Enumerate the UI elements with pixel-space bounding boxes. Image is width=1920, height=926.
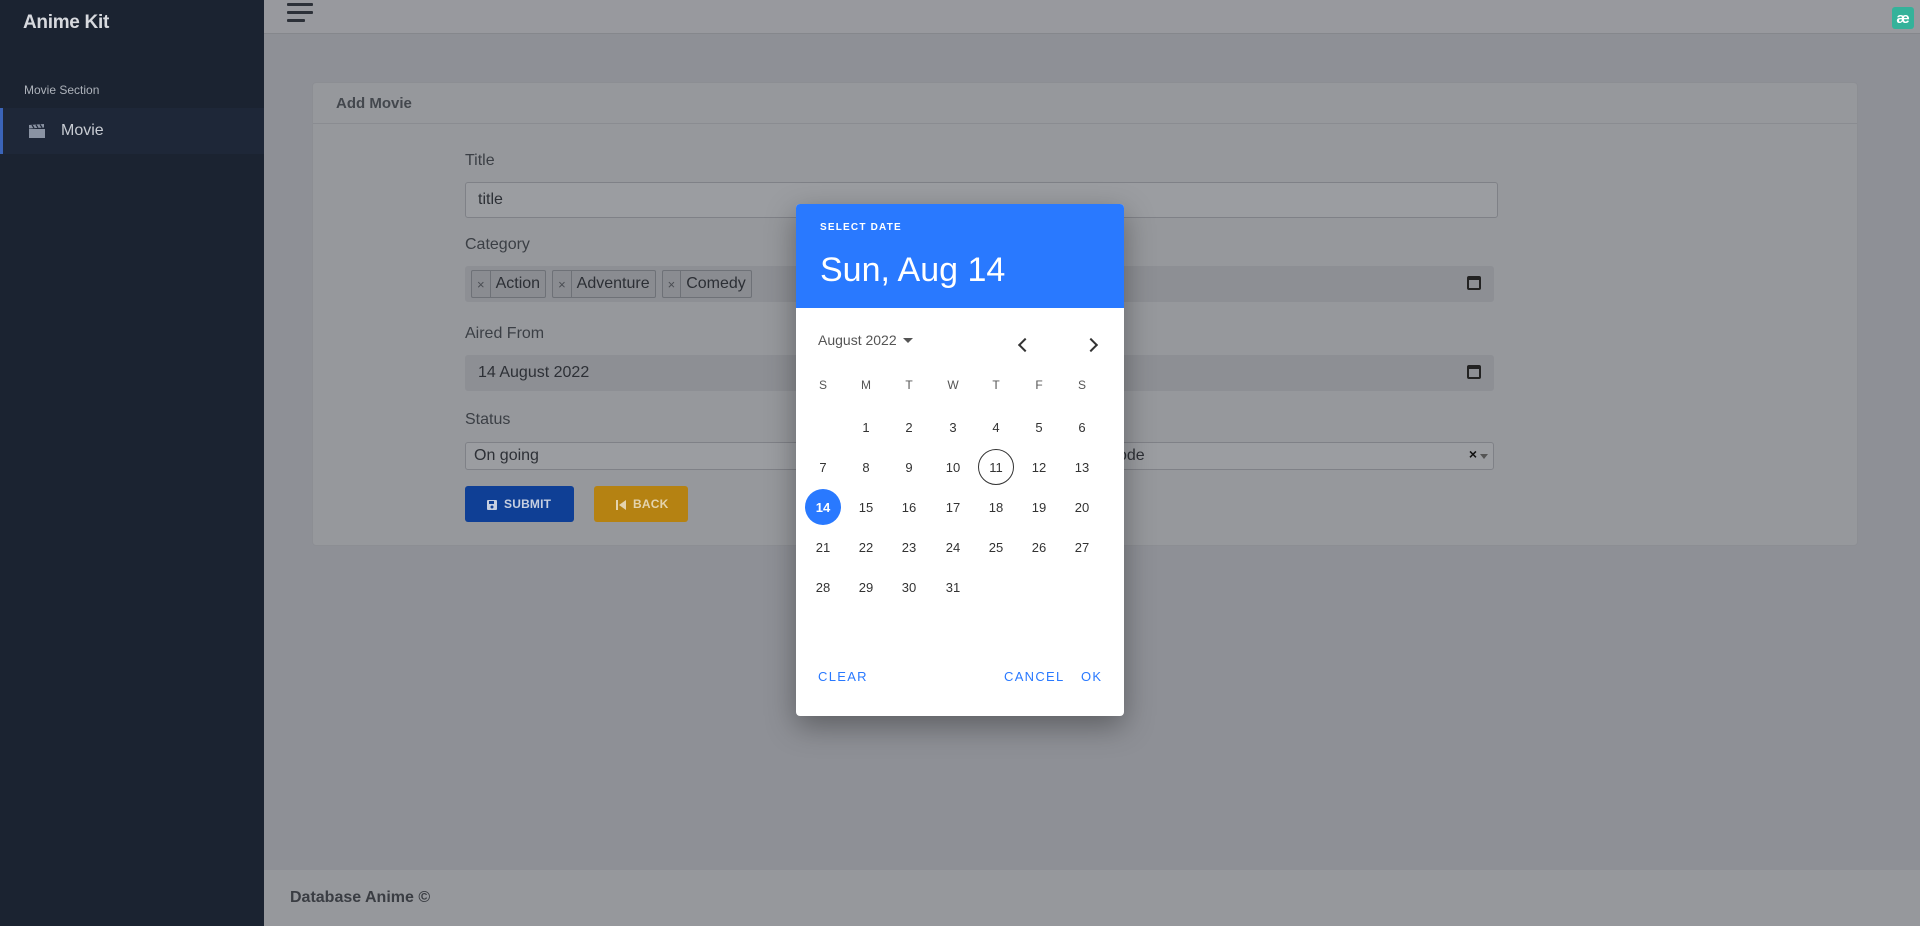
save-icon — [487, 499, 497, 510]
dropdown-arrow-icon[interactable] — [1480, 454, 1488, 459]
submit-button[interactable]: SUBMIT — [465, 486, 574, 522]
calendar-day[interactable]: 21 — [805, 529, 841, 565]
sidebar-item-label: Movie — [61, 122, 104, 139]
brand-title[interactable]: Anime Kit — [23, 12, 109, 34]
aired-from-label: Aired From — [465, 325, 545, 342]
status-select[interactable]: On going — [465, 442, 805, 470]
caret-down-icon — [902, 337, 913, 343]
date-picker-header-label: SELECT DATE — [820, 222, 902, 233]
calendar-day-selected[interactable]: 14 — [805, 489, 841, 525]
user-avatar[interactable]: æ — [1892, 7, 1914, 29]
back-button[interactable]: BACK — [594, 486, 688, 522]
calendar-day[interactable]: 19 — [1021, 489, 1057, 525]
calendar-day[interactable]: 13 — [1064, 449, 1100, 485]
calendar-day[interactable]: 18 — [978, 489, 1014, 525]
submit-button-label: SUBMIT — [504, 497, 552, 511]
category-tag: × Comedy — [661, 270, 752, 298]
clear-select-icon[interactable]: × — [1469, 446, 1477, 462]
calendar-day[interactable]: 27 — [1064, 529, 1100, 565]
calendar-day[interactable]: 17 — [935, 489, 971, 525]
title-input-value: title — [478, 191, 503, 208]
remove-tag-icon[interactable]: × — [472, 271, 491, 297]
clear-button[interactable]: CLEAR — [818, 669, 868, 684]
next-month-icon[interactable] — [1082, 334, 1104, 356]
calendar-icon[interactable] — [1467, 365, 1481, 379]
date-picker-header: SELECT DATE Sun, Aug 14 — [796, 204, 1124, 308]
calendar-day[interactable]: 10 — [935, 449, 971, 485]
category-tag: × Adventure — [552, 270, 656, 298]
calendar-day[interactable]: 23 — [891, 529, 927, 565]
status-label: Status — [465, 411, 511, 428]
calendar-day[interactable]: 26 — [1021, 529, 1057, 565]
calendar-day[interactable]: 7 — [805, 449, 841, 485]
back-button-label: BACK — [633, 497, 669, 511]
category-tag: × Action — [471, 270, 547, 298]
previous-month-icon[interactable] — [1013, 334, 1035, 356]
topbar: æ — [264, 0, 1920, 34]
selected-date-display: Sun, Aug 14 — [820, 251, 1006, 289]
weekday-header: M — [861, 378, 871, 392]
sidebar-item-movie[interactable]: Movie — [0, 108, 264, 154]
secondary-select[interactable]: ode × — [1109, 442, 1494, 470]
date-picker-dialog: SELECT DATE Sun, Aug 14 August 2022 CLEA… — [796, 204, 1124, 716]
calendar-day[interactable]: 8 — [848, 449, 884, 485]
month-year-selector[interactable]: August 2022 — [818, 332, 913, 348]
calendar-day[interactable]: 31 — [935, 569, 971, 605]
calendar-day[interactable]: 24 — [935, 529, 971, 565]
calendar-day[interactable]: 28 — [805, 569, 841, 605]
title-label: Title — [465, 152, 495, 169]
remove-tag-icon[interactable]: × — [553, 271, 572, 297]
sidebar-section-label: Movie Section — [24, 83, 100, 97]
month-year-label: August 2022 — [818, 332, 897, 348]
weekday-header: F — [1035, 378, 1043, 392]
cancel-button[interactable]: CANCEL — [1004, 669, 1065, 684]
calendar-icon[interactable] — [1467, 276, 1481, 290]
ok-button[interactable]: OK — [1081, 669, 1102, 684]
category-label: Category — [465, 236, 530, 253]
calendar-day[interactable]: 22 — [848, 529, 884, 565]
calendar-day[interactable]: 25 — [978, 529, 1014, 565]
aired-from-value: 14 August 2022 — [478, 364, 590, 381]
calendar-day[interactable]: 11 — [978, 449, 1014, 485]
calendar-day[interactable]: 16 — [891, 489, 927, 525]
menu-toggle-icon[interactable] — [287, 3, 313, 23]
weekday-header: S — [1077, 378, 1086, 392]
calendar-day[interactable]: 4 — [978, 409, 1014, 445]
calendar-day[interactable]: 5 — [1021, 409, 1057, 445]
status-value: On going — [474, 447, 539, 464]
calendar-day[interactable]: 15 — [848, 489, 884, 525]
weekday-header: T — [992, 378, 1000, 392]
card-title: Add Movie — [313, 83, 1857, 124]
remove-tag-icon[interactable]: × — [663, 271, 682, 297]
calendar-day[interactable]: 9 — [891, 449, 927, 485]
calendar-day[interactable]: 30 — [891, 569, 927, 605]
skip-back-icon — [616, 499, 626, 510]
weekday-header: S — [818, 378, 827, 392]
calendar-day[interactable]: 6 — [1064, 409, 1100, 445]
clapperboard-icon — [28, 123, 46, 139]
calendar-day[interactable]: 12 — [1021, 449, 1057, 485]
calendar-day[interactable]: 29 — [848, 569, 884, 605]
calendar-day[interactable]: 3 — [935, 409, 971, 445]
weekday-header: W — [947, 378, 959, 392]
calendar-day[interactable]: 20 — [1064, 489, 1100, 525]
calendar-day[interactable]: 2 — [891, 409, 927, 445]
footer: Database Anime © — [264, 870, 1920, 926]
calendar-day[interactable]: 1 — [848, 409, 884, 445]
weekday-header: T — [905, 378, 913, 392]
sidebar: Anime Kit Movie Section Movie — [0, 0, 264, 926]
